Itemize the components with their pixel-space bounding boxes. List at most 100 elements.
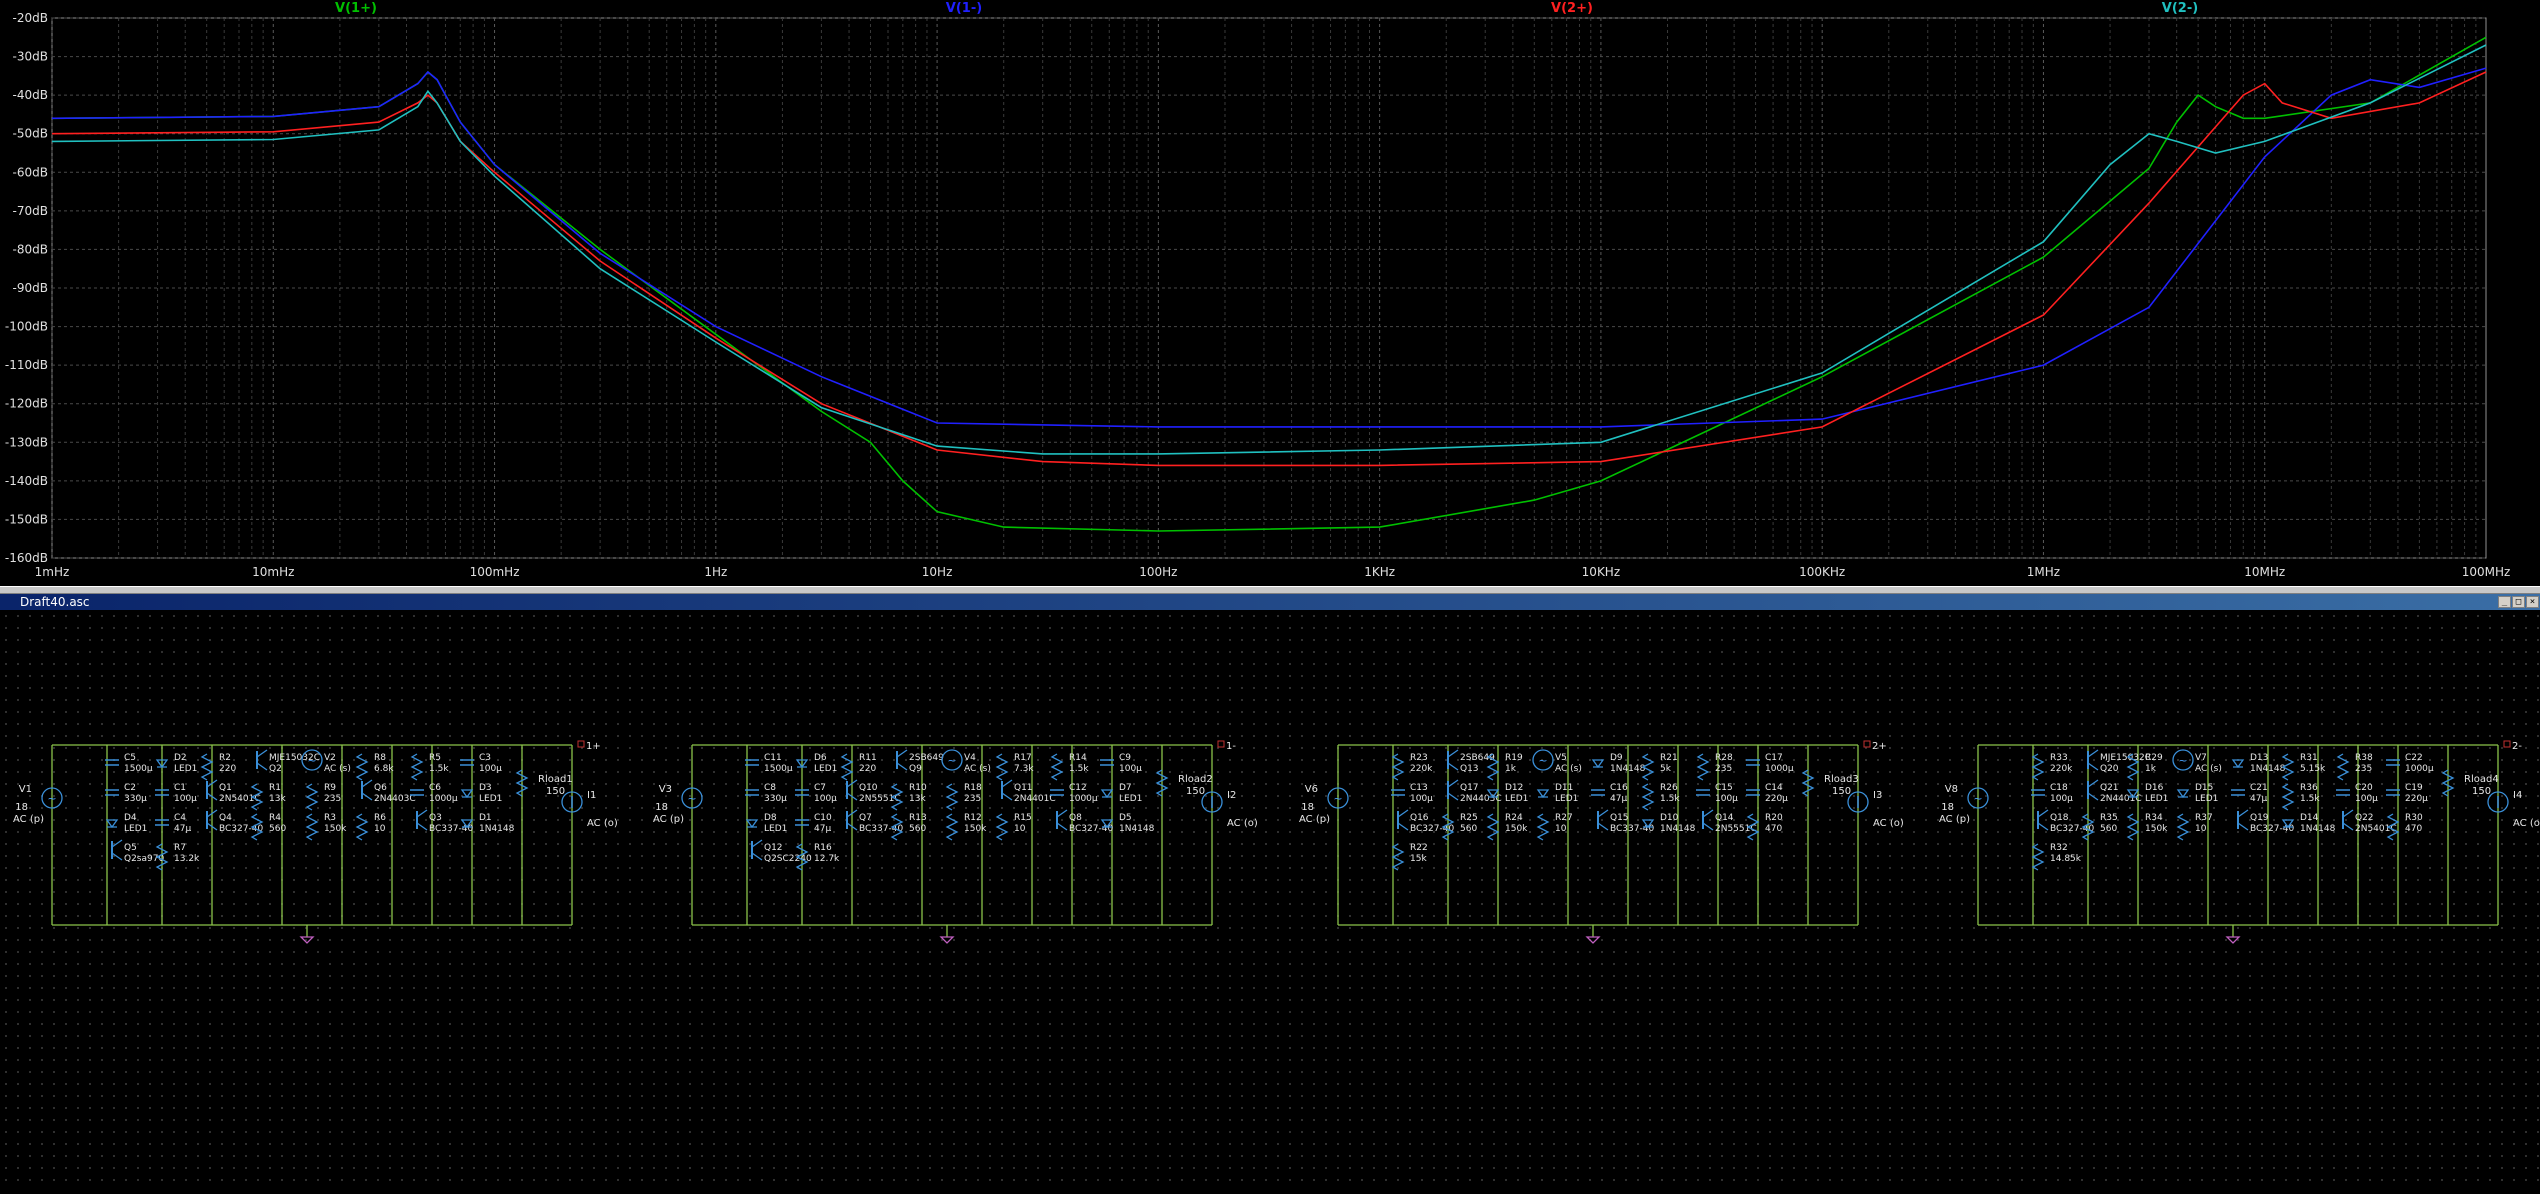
resistor-icon[interactable]: [2031, 843, 2045, 871]
resistor-icon[interactable]: [995, 753, 1009, 781]
diode-icon[interactable]: [2231, 759, 2245, 769]
trace-V(2-)[interactable]: [51, 44, 2487, 455]
x-tick-label: 100KHz: [1799, 565, 1845, 579]
resistor-icon[interactable]: [355, 753, 369, 781]
component-label: AC (p): [1299, 814, 1330, 825]
resistor-icon[interactable]: [1050, 753, 1064, 781]
trace-label[interactable]: V(2-): [2162, 1, 2198, 16]
trace-label[interactable]: V(1+): [335, 1, 377, 16]
diode-icon[interactable]: [2176, 789, 2190, 799]
diode-icon[interactable]: [1591, 759, 1605, 769]
transistor-icon[interactable]: [1447, 792, 1459, 801]
trace-V(1-)[interactable]: [51, 67, 2487, 428]
component-label: 10: [1014, 824, 1026, 834]
component-label: 220: [859, 764, 876, 774]
component-label: 235: [2355, 764, 2372, 774]
svg-text:~: ~: [947, 754, 956, 767]
resistor-icon[interactable]: [2336, 753, 2350, 781]
transistor-icon[interactable]: [1597, 822, 1609, 831]
schematic-canvas[interactable]: 1+ ~ V1 18 AC (p) Rload1 150 AC (o) I1 C5 1500µ D2 L…: [0, 610, 2540, 1190]
component-label: MJE15032C: [2100, 753, 2151, 763]
transistor-icon[interactable]: [2087, 762, 2099, 771]
resistor-icon[interactable]: [1536, 813, 1550, 841]
circuit-block-2[interactable]: 1- ~ V3 18AC (p) Rload2150 AC (o) I2 C111500µ D6…: [653, 740, 1258, 944]
resistor-icon[interactable]: [2176, 813, 2190, 841]
y-tick-label: -150dB: [5, 512, 48, 526]
resistor-icon[interactable]: [1486, 813, 1500, 841]
resistor-icon[interactable]: [1641, 783, 1655, 811]
transistor-icon[interactable]: [2237, 822, 2249, 831]
resistor-icon[interactable]: [2031, 753, 2045, 781]
resistor-icon[interactable]: [945, 783, 959, 811]
x-tick-label: 100Hz: [1139, 565, 1177, 579]
resistor-icon[interactable]: [305, 813, 319, 841]
transistor-icon[interactable]: [1447, 762, 1459, 771]
transistor-icon[interactable]: [1397, 822, 1409, 831]
trace-label[interactable]: V(2+): [1551, 1, 1593, 16]
component-label: 100µ: [814, 794, 837, 804]
resistor-icon[interactable]: [1391, 843, 1405, 871]
diode-icon[interactable]: [105, 819, 119, 829]
resistor-icon[interactable]: [355, 813, 369, 841]
resistor-icon[interactable]: [305, 783, 319, 811]
component-label: D15: [2195, 783, 2213, 793]
component-label: C21: [2250, 783, 2268, 793]
component-label: D2: [174, 753, 187, 763]
component-label: 47µ: [1610, 794, 1627, 804]
component-label: C7: [814, 783, 826, 793]
transistor-icon[interactable]: [896, 762, 908, 771]
component-label: Q19: [2250, 813, 2269, 823]
component-label: C5: [124, 753, 136, 763]
component-label: D4: [124, 813, 137, 823]
component-label: 1500µ: [124, 764, 153, 774]
diode-icon[interactable]: [1536, 789, 1550, 799]
transistor-icon[interactable]: [416, 822, 428, 831]
component-label: R20: [1765, 813, 1783, 823]
transistor-icon[interactable]: [1001, 792, 1013, 801]
component-label: Q14: [1715, 813, 1734, 823]
trace-label[interactable]: V(1-): [946, 1, 982, 16]
close-button[interactable]: ×: [2526, 596, 2539, 608]
resistor-icon[interactable]: [945, 813, 959, 841]
diode-icon[interactable]: [1100, 789, 1114, 799]
component-label: Rload2: [1178, 774, 1213, 785]
transistor-icon[interactable]: [1056, 822, 1068, 831]
transistor-icon[interactable]: [2087, 792, 2099, 801]
transistor-icon[interactable]: [2342, 822, 2354, 831]
resistor-icon[interactable]: [1391, 753, 1405, 781]
schematic-window[interactable]: Draft40.asc _ □ × 1+ ~ V1 18 AC (p) Rload1 150…: [0, 594, 2540, 1190]
resistor-icon[interactable]: [2126, 813, 2140, 841]
transistor-icon[interactable]: [361, 792, 373, 801]
resistor-icon[interactable]: [995, 813, 1009, 841]
component-label: 18: [655, 802, 668, 813]
diode-icon[interactable]: [460, 789, 474, 799]
resistor-icon[interactable]: [840, 753, 854, 781]
transistor-icon[interactable]: [111, 852, 123, 861]
resistor-icon[interactable]: [410, 753, 424, 781]
component-label: R8: [374, 753, 386, 763]
circuit-block-1[interactable]: 1+~V118AC (p)Rload1150AC (o)I1C51500µD2L…: [13, 740, 618, 944]
schematic-title-bar[interactable]: Draft40.asc _ □ ×: [0, 594, 2540, 610]
component-label: D1: [479, 813, 492, 823]
component-label: LED1: [1555, 794, 1578, 804]
circuit-block-4[interactable]: 2- ~ V8 18AC (p) Rload4150 AC (o) I4 R33220k MJE…: [1939, 740, 2540, 944]
trace-V(1+)[interactable]: [51, 36, 2487, 532]
waveform-plot-pane[interactable]: -20dB -30dB -40dB -50dB -60dB -70dB -80dB -90dB…: [0, 0, 2540, 586]
transistor-icon[interactable]: [256, 762, 268, 771]
resistor-icon[interactable]: [200, 753, 214, 781]
transistor-icon[interactable]: [1702, 822, 1714, 831]
diode-icon[interactable]: [745, 819, 759, 829]
transistor-icon[interactable]: [751, 852, 763, 861]
schematic-drawing[interactable]: 1+~V118AC (p)Rload1150AC (o)I1C51500µD2L…: [0, 610, 2540, 1190]
circuit-block-3[interactable]: 2+~V618AC (p)Rload3150AC (o)I3R23220k2SB…: [1299, 740, 1904, 944]
minimize-button[interactable]: _: [2498, 596, 2511, 608]
trace-V(2+)[interactable]: [51, 71, 2487, 467]
resistor-icon[interactable]: [2281, 783, 2295, 811]
component-label: C3: [479, 753, 491, 763]
maximize-button[interactable]: □: [2512, 596, 2525, 608]
component-label: R16: [814, 843, 832, 853]
bode-plot[interactable]: -20dB -30dB -40dB -50dB -60dB -70dB -80dB -90dB…: [0, 0, 2540, 586]
transistor-icon[interactable]: [2037, 822, 2049, 831]
resistor-icon[interactable]: [1696, 753, 1710, 781]
pane-splitter[interactable]: [0, 586, 2540, 594]
